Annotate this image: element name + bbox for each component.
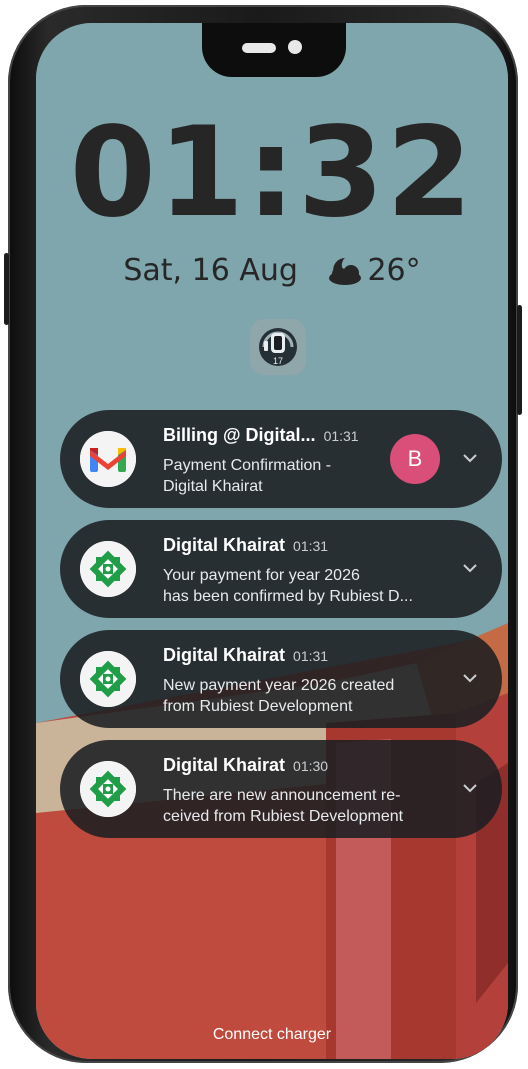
notification-body: Payment Confirmation - Digital Khairat bbox=[163, 457, 332, 495]
moon-cloud-icon bbox=[325, 254, 367, 286]
notification-app-name: Digital Khairat bbox=[163, 535, 286, 555]
watch-notification-badge[interactable]: 17 bbox=[250, 319, 306, 375]
digital-khairat-icon bbox=[80, 761, 136, 817]
notification-title: Billing @ Digital... 01:31 bbox=[163, 425, 359, 446]
notification-card-billing[interactable]: Billing @ Digital... 01:31 Payment Confir… bbox=[60, 410, 502, 508]
notification-time: 01:31 bbox=[323, 428, 359, 444]
gmail-icon bbox=[80, 431, 136, 487]
notification-card-khairat[interactable]: Digital Khairat 01:31 Your payment for ye… bbox=[60, 520, 502, 618]
notification-time: 01:30 bbox=[293, 758, 329, 774]
earpiece-speaker bbox=[242, 43, 276, 53]
notification-app-name: Digital Khairat bbox=[163, 755, 286, 775]
front-camera bbox=[288, 40, 302, 54]
lock-screen: 01:32 Sat, 16 Aug 26° 17 Billing @ Digit… bbox=[36, 23, 508, 1059]
notification-title: Digital Khairat 01:30 bbox=[163, 755, 328, 776]
digital-khairat-icon bbox=[80, 541, 136, 597]
watch-icon: 17 bbox=[259, 328, 297, 366]
digital-khairat-icon bbox=[80, 651, 136, 707]
notification-app-name: Billing @ Digital... bbox=[163, 425, 316, 445]
volume-button bbox=[517, 305, 522, 415]
notification-card-khairat[interactable]: Digital Khairat 01:30 There are new annou… bbox=[60, 740, 502, 838]
notification-card-khairat[interactable]: Digital Khairat 01:31 New payment year 20… bbox=[60, 630, 502, 728]
sender-avatar: B bbox=[390, 434, 440, 484]
chevron-down-icon[interactable] bbox=[460, 668, 480, 688]
notification-title: Digital Khairat 01:31 bbox=[163, 645, 328, 666]
notification-app-name: Digital Khairat bbox=[163, 645, 286, 665]
chevron-down-icon[interactable] bbox=[460, 558, 480, 578]
notification-body: New payment year 2026 created from Rubie… bbox=[163, 677, 395, 715]
notification-time: 01:31 bbox=[293, 538, 329, 554]
camera-notch bbox=[202, 23, 346, 77]
date-weather-row: Sat, 16 Aug 26° bbox=[36, 251, 508, 291]
clock-time: 01:32 bbox=[69, 101, 475, 245]
notification-body: Your payment for year 2026 has been conf… bbox=[163, 567, 413, 605]
notification-time: 01:31 bbox=[293, 648, 329, 664]
chevron-down-icon[interactable] bbox=[460, 448, 480, 468]
phone-frame: 01:32 Sat, 16 Aug 26° 17 Billing @ Digit… bbox=[4, 5, 522, 1063]
power-button bbox=[4, 253, 9, 325]
watch-badge-count: 17 bbox=[273, 356, 283, 366]
connect-charger-hint: Connect charger bbox=[212, 1026, 332, 1043]
temperature-text: 26° bbox=[367, 253, 421, 288]
notification-title: Digital Khairat 01:31 bbox=[163, 535, 328, 556]
notification-body: There are new announcement re- ceived fr… bbox=[163, 787, 404, 825]
chevron-down-icon[interactable] bbox=[460, 778, 480, 798]
date-text: Sat, 16 Aug bbox=[123, 253, 298, 288]
